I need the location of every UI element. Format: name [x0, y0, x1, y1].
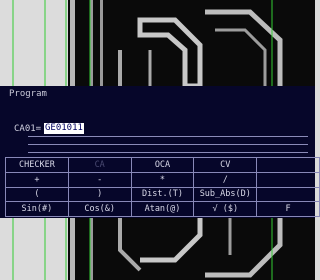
- f-key[interactable]: F: [256, 201, 320, 217]
- plus-key[interactable]: +: [5, 171, 69, 188]
- editor-line: [28, 144, 308, 145]
- empty-key: [256, 171, 320, 188]
- open-paren-key[interactable]: (: [5, 186, 69, 203]
- line-label: CA01=: [14, 124, 42, 134]
- dialog-title: Program: [9, 89, 47, 99]
- oca-key[interactable]: OCA: [130, 157, 195, 173]
- function-key-grid: CHECKER CA OCA CV + - * / ( ) Dist.(T) S…: [5, 157, 320, 217]
- program-editor[interactable]: CA01= GE01011: [6, 102, 315, 153]
- sqrt-key[interactable]: √ ($): [193, 201, 258, 217]
- close-paren-key[interactable]: ): [67, 186, 132, 203]
- sin-key[interactable]: Sin(#): [5, 201, 69, 217]
- atan-key[interactable]: Atan(@): [130, 201, 195, 217]
- divide-key[interactable]: /: [193, 171, 258, 188]
- minus-key[interactable]: -: [67, 171, 132, 188]
- editor-line: [28, 152, 308, 153]
- empty-key: [256, 157, 320, 173]
- multiply-key[interactable]: *: [130, 171, 195, 188]
- sub-abs-key[interactable]: Sub_Abs(D): [193, 186, 258, 203]
- cos-key[interactable]: Cos(&): [67, 201, 132, 217]
- dist-key[interactable]: Dist.(T): [130, 186, 195, 203]
- checker-key[interactable]: CHECKER: [5, 157, 69, 173]
- ca-key[interactable]: CA: [67, 157, 132, 173]
- empty-key: [256, 186, 320, 203]
- program-input[interactable]: GE01011: [44, 123, 84, 134]
- cv-key[interactable]: CV: [193, 157, 258, 173]
- editor-line: [28, 136, 308, 137]
